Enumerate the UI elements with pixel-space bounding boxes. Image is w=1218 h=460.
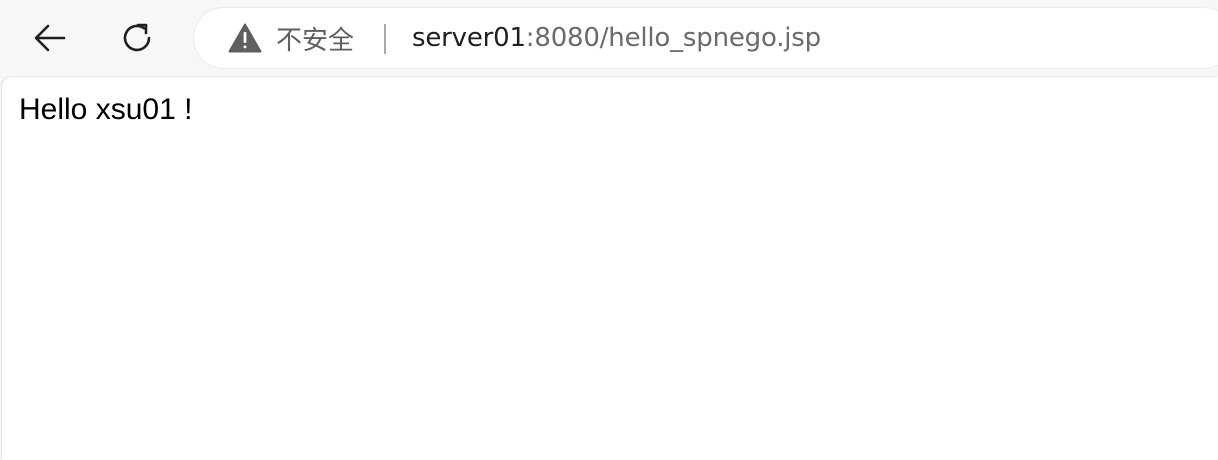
address-divider	[384, 24, 386, 54]
arrow-left-icon	[34, 24, 66, 52]
page-content: Hello xsu01 !	[2, 77, 1218, 460]
back-button[interactable]	[26, 14, 74, 62]
url-host: server01	[412, 23, 526, 53]
greeting-text: Hello xsu01 !	[19, 93, 193, 126]
warning-triangle-icon	[228, 23, 262, 53]
security-label: 不安全	[276, 25, 355, 56]
security-indicator[interactable]: 不安全	[228, 8, 354, 68]
url-path: :8080/hello_spnego.jsp	[525, 23, 821, 53]
url-text[interactable]: server01:8080/hello_spnego.jsp	[412, 8, 821, 68]
browser-toolbar: 不安全 server01:8080/hello_spnego.jsp	[0, 0, 1218, 76]
reload-button[interactable]	[114, 14, 162, 62]
reload-icon	[123, 23, 151, 52]
address-bar[interactable]: 不安全 server01:8080/hello_spnego.jsp	[194, 8, 1218, 68]
